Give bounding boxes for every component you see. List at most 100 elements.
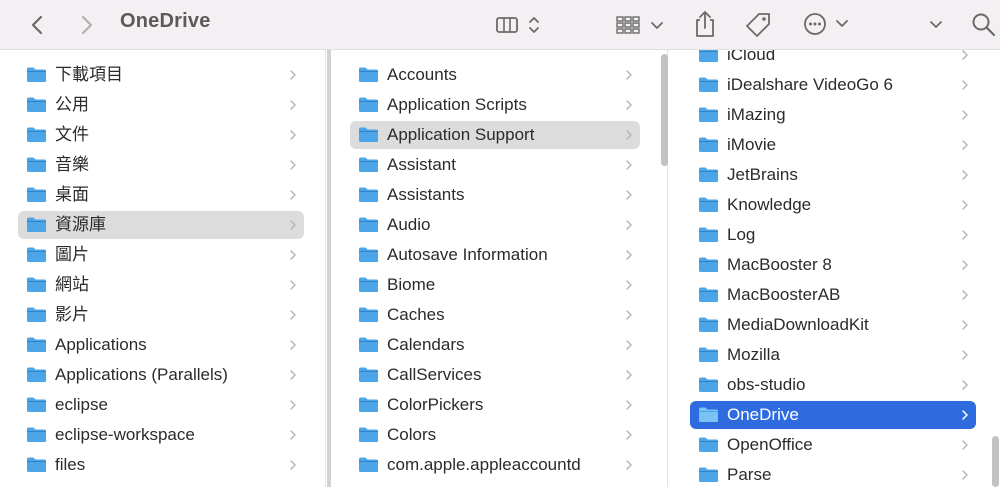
chevron-right-icon[interactable] <box>76 13 98 37</box>
list-item[interactable]: Accounts <box>350 61 640 89</box>
item-label: eclipse <box>55 395 108 414</box>
list-item[interactable]: OpenOffice <box>690 431 976 459</box>
list-item[interactable]: Audio <box>350 211 640 239</box>
item-label: Audio <box>387 215 431 234</box>
list-item[interactable]: 桌面 <box>18 181 304 209</box>
item-label: Biome <box>387 275 436 294</box>
column-1[interactable]: 下載項目公用文件音樂桌面資源庫圖片網站影片 Applications Applica… <box>0 50 322 487</box>
list-item[interactable]: JetBrains <box>690 161 976 189</box>
list-item[interactable]: OneDrive <box>690 401 976 429</box>
chevron-left-icon[interactable] <box>26 13 48 37</box>
list-item[interactable]: Biome <box>350 271 640 299</box>
list-item[interactable]: 影片 <box>18 301 304 329</box>
item-label: OpenOffice <box>727 435 813 454</box>
item-label: com.apple.appleaccountd <box>387 455 581 474</box>
item-label: ColorPickers <box>387 395 484 414</box>
list-item[interactable]: obs-studio <box>690 371 976 399</box>
list-item[interactable]: 網站 <box>18 271 304 299</box>
item-label: Parse <box>727 465 772 484</box>
item-label: Autosave Information <box>387 245 548 264</box>
list-item[interactable]: ColorPickers <box>350 391 640 419</box>
item-label: iCloud <box>727 50 776 64</box>
item-label: OneDrive <box>727 405 799 424</box>
list-item[interactable]: Assistant <box>350 151 640 179</box>
list-item[interactable]: Assistants <box>350 181 640 209</box>
tag-icon[interactable] <box>744 10 774 40</box>
window-title: OneDrive <box>120 10 211 32</box>
list-item[interactable]: MacBooster 8 <box>690 251 976 279</box>
list-item[interactable]: MediaDownloadKit <box>690 311 976 339</box>
item-label: 圖片 <box>55 245 89 264</box>
column-divider[interactable] <box>325 50 326 487</box>
item-label: JetBrains <box>727 165 798 184</box>
list-item[interactable]: Calendars <box>350 331 640 359</box>
list-item[interactable]: Caches <box>350 301 640 329</box>
grid-group-icon[interactable] <box>614 13 668 37</box>
item-label: 資源庫 <box>55 215 106 234</box>
item-label: Assistant <box>387 155 456 174</box>
list-item[interactable]: Application Support <box>350 121 640 149</box>
list-item[interactable]: CallServices <box>350 361 640 389</box>
scrollbar-thumb[interactable] <box>661 54 668 166</box>
chevron-down-icon[interactable] <box>926 13 946 37</box>
item-label: iDealshare VideoGo 6 <box>727 75 894 94</box>
list-item[interactable]: 圖片 <box>18 241 304 269</box>
column-3[interactable]: iCloud iDealshare VideoGo 6 iMazing iMovie J… <box>672 50 988 487</box>
list-item[interactable]: files <box>18 451 304 479</box>
item-label: Accounts <box>387 65 457 84</box>
list-item[interactable]: iCloud <box>690 50 976 69</box>
list-item[interactable]: 資源庫 <box>18 211 304 239</box>
item-label: obs-studio <box>727 375 806 394</box>
item-label: iMazing <box>727 105 786 124</box>
item-label: MacBoosterAB <box>727 285 841 304</box>
item-label: Assistants <box>387 185 465 204</box>
scrollbar-thumb[interactable] <box>992 436 999 487</box>
list-item[interactable]: 文件 <box>18 121 304 149</box>
list-item[interactable]: Mozilla <box>690 341 976 369</box>
item-label: 下載項目 <box>55 65 123 84</box>
item-label: iMovie <box>727 135 777 154</box>
item-label: 文件 <box>55 125 89 144</box>
list-item[interactable]: iDealshare VideoGo 6 <box>690 71 976 99</box>
item-label: eclipse-workspace <box>55 425 195 444</box>
list-item[interactable]: MacBoosterAB <box>690 281 976 309</box>
list-item[interactable]: iMazing <box>690 101 976 129</box>
list-item[interactable]: eclipse-workspace <box>18 421 304 449</box>
list-item[interactable]: Application Scripts <box>350 91 640 119</box>
list-item[interactable]: eclipse <box>18 391 304 419</box>
list-item[interactable]: iMovie <box>690 131 976 159</box>
item-label: 桌面 <box>55 185 89 204</box>
column-view-icon[interactable] <box>494 13 550 37</box>
item-label: Knowledge <box>727 195 812 214</box>
item-label: files <box>55 455 86 474</box>
list-item[interactable]: Applications (Parallels) <box>18 361 304 389</box>
share-icon[interactable] <box>692 9 718 39</box>
list-item[interactable]: Applications <box>18 331 304 359</box>
list-item[interactable]: Knowledge <box>690 191 976 219</box>
list-item[interactable]: Autosave Information <box>350 241 640 269</box>
ellipsis-circle-icon[interactable] <box>802 11 852 37</box>
list-item[interactable]: Log <box>690 221 976 249</box>
list-item[interactable]: 下載項目 <box>18 61 304 89</box>
finder-toolbar: OneDrive <box>0 0 1000 50</box>
scrollbar[interactable] <box>327 50 331 487</box>
item-label: Application Scripts <box>387 95 527 114</box>
list-item[interactable]: Colors <box>350 421 640 449</box>
item-label: 影片 <box>55 305 89 324</box>
item-label: 公用 <box>55 95 89 114</box>
item-label: MediaDownloadKit <box>727 315 869 334</box>
item-label: MacBooster 8 <box>727 255 832 274</box>
item-label: Mozilla <box>727 345 780 364</box>
list-item[interactable]: com.apple.appleaccountd <box>350 451 640 479</box>
item-label: Applications (Parallels) <box>55 365 228 384</box>
item-label: Application Support <box>387 125 535 144</box>
list-item[interactable]: 音樂 <box>18 151 304 179</box>
column-2[interactable]: Accounts Application Scripts Application S… <box>332 50 658 487</box>
list-item[interactable]: 公用 <box>18 91 304 119</box>
item-label: Log <box>727 225 756 244</box>
item-label: Colors <box>387 425 437 444</box>
search-icon[interactable] <box>970 11 998 39</box>
list-item[interactable]: Parse <box>690 461 976 487</box>
item-label: 網站 <box>55 275 89 294</box>
item-label: Calendars <box>387 335 465 354</box>
